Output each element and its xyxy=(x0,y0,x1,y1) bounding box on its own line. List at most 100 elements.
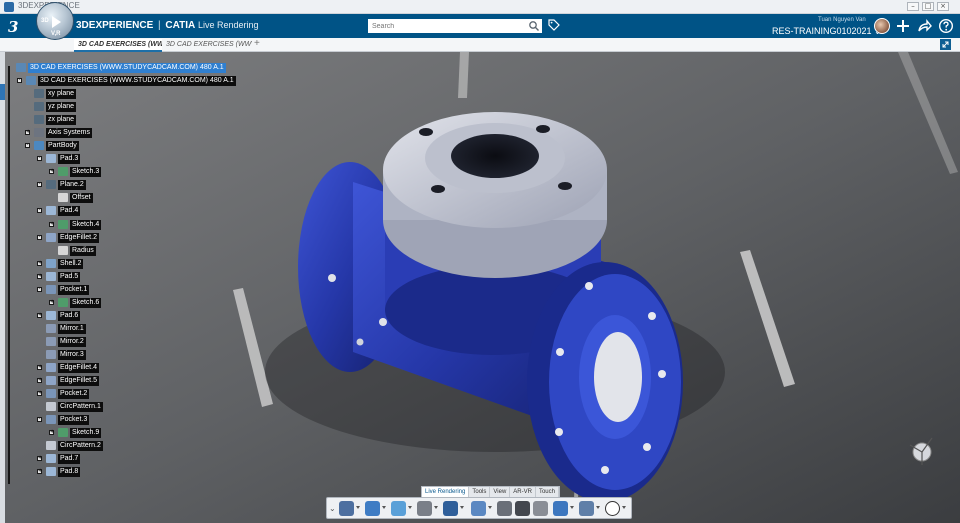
tree-node-offset[interactable]: Offset xyxy=(58,192,93,203)
expand-toggle-icon[interactable]: + xyxy=(37,365,42,370)
expand-toggle-icon[interactable]: + xyxy=(49,222,54,227)
expand-toggle-icon[interactable]: + xyxy=(37,469,42,474)
expand-icon[interactable] xyxy=(940,39,951,50)
tree-node-circpattern-1[interactable]: CircPattern.1 xyxy=(46,401,103,412)
expand-toggle-icon[interactable]: + xyxy=(37,274,42,279)
expand-toggle-icon[interactable]: + xyxy=(49,169,54,174)
tab-ar-vr[interactable]: AR-VR xyxy=(510,487,536,497)
settings-gear-icon[interactable] xyxy=(533,501,548,516)
fillet-icon xyxy=(46,233,56,242)
environment-icon[interactable] xyxy=(339,501,354,516)
collapse-toggle-icon[interactable]: - xyxy=(37,235,42,240)
help-question-icon[interactable] xyxy=(605,501,620,516)
scene-icon[interactable] xyxy=(553,501,568,516)
add-tab-button[interactable]: + xyxy=(254,38,260,49)
search-input[interactable] xyxy=(368,19,542,33)
dropdown-arrow-icon[interactable] xyxy=(570,506,574,509)
compass-widget[interactable]: 3D V,R xyxy=(36,2,74,40)
dropdown-arrow-icon[interactable] xyxy=(460,506,464,509)
tree-node-pad-6[interactable]: + Pad.6 xyxy=(37,310,81,321)
tab-touch[interactable]: Touch xyxy=(536,487,559,497)
search-icon[interactable] xyxy=(528,20,540,32)
tree-node-edgefillet-4[interactable]: + EdgeFillet.4 xyxy=(37,362,99,373)
capture-icon[interactable] xyxy=(497,501,512,516)
tab-view[interactable]: View xyxy=(490,487,511,497)
tag-icon[interactable] xyxy=(548,19,560,31)
minimize-button[interactable]: – xyxy=(907,2,919,11)
tree-node-partbody[interactable]: - PartBody xyxy=(25,140,79,151)
tree-node-root[interactable]: 3D CAD EXERCISES (WWW.STUDYCADCAM.COM) 4… xyxy=(16,62,226,73)
expand-toggle-icon[interactable]: + xyxy=(37,378,42,383)
ds-logo-icon[interactable]: 3 xyxy=(8,18,18,36)
collapse-toggle-icon[interactable]: - xyxy=(37,156,42,161)
tree-node-pad-5[interactable]: + Pad.5 xyxy=(37,271,81,282)
chevron-down-icon[interactable]: ⌄ xyxy=(329,504,336,513)
tree-node-pocket-3[interactable]: - Pocket.3 xyxy=(37,414,90,425)
tree-node-pocket-2[interactable]: + Pocket.2 xyxy=(37,388,90,399)
tree-node-pad-8[interactable]: + Pad.8 xyxy=(37,466,81,477)
expand-toggle-icon[interactable]: + xyxy=(25,130,30,135)
tree-node-radius[interactable]: Radius xyxy=(58,245,96,256)
tree-node-edgefillet-2[interactable]: - EdgeFillet.2 xyxy=(37,232,99,243)
axis-icon xyxy=(34,128,44,137)
tree-node-xy-plane[interactable]: xy plane xyxy=(34,88,77,99)
tab-live-rendering[interactable]: Live Rendering xyxy=(422,487,470,497)
tree-node-circpattern-2[interactable]: CircPattern.2 xyxy=(46,440,103,451)
tree-node-mirror-3[interactable]: Mirror.3 xyxy=(46,349,86,360)
collapse-toggle-icon[interactable]: - xyxy=(17,78,22,83)
collapse-toggle-icon[interactable]: - xyxy=(37,208,42,213)
avatar[interactable] xyxy=(874,18,890,34)
materials-icon[interactable] xyxy=(417,501,432,516)
collab-space-selector[interactable]: RES-TRAINING0102021 ⌄ xyxy=(772,26,881,36)
expand-toggle-icon[interactable]: + xyxy=(49,430,54,435)
tree-node-mirror-1[interactable]: Mirror.1 xyxy=(46,323,86,334)
analysis-icon[interactable] xyxy=(579,501,594,516)
display-mode-icon[interactable] xyxy=(443,501,458,516)
tree-node-yz-plane[interactable]: yz plane xyxy=(34,101,77,112)
render-icon[interactable] xyxy=(515,501,530,516)
tree-node-plane-2[interactable]: - Plane.2 xyxy=(37,179,86,190)
tree-node-zx-plane[interactable]: zx plane xyxy=(34,114,77,125)
maximize-button[interactable]: □ xyxy=(922,2,934,11)
tree-node-pad-4[interactable]: - Pad.4 xyxy=(37,205,81,216)
expand-toggle-icon[interactable]: + xyxy=(37,391,42,396)
expand-toggle-icon[interactable]: + xyxy=(49,300,54,305)
dropdown-arrow-icon[interactable] xyxy=(356,506,360,509)
dropdown-arrow-icon[interactable] xyxy=(382,506,386,509)
expand-toggle-icon[interactable]: + xyxy=(37,261,42,266)
tree-node-sketch-6[interactable]: + Sketch.6 xyxy=(49,297,102,308)
tree-node-part[interactable]: - 3D CAD EXERCISES (WWW.STUDYCADCAM.COM) … xyxy=(17,75,236,86)
collapse-toggle-icon[interactable]: - xyxy=(25,143,30,148)
ambiance-icon[interactable] xyxy=(471,501,486,516)
tree-node-pad-3[interactable]: - Pad.3 xyxy=(37,153,81,164)
camera-view-icon[interactable] xyxy=(365,501,380,516)
tab-document-2[interactable]: 3D CAD EXERCISES (WWW.S xyxy=(162,39,252,52)
tree-node-edgefillet-5[interactable]: + EdgeFillet.5 xyxy=(37,375,99,386)
tree-node-mirror-2[interactable]: Mirror.2 xyxy=(46,336,86,347)
close-button[interactable]: × xyxy=(937,2,949,11)
tab-tools[interactable]: Tools xyxy=(469,487,491,497)
share-icon[interactable] xyxy=(916,18,932,34)
tree-node-axis-systems[interactable]: + Axis Systems xyxy=(25,127,93,138)
tree-node-shell-2[interactable]: + Shell.2 xyxy=(37,258,84,269)
help-icon[interactable] xyxy=(938,18,954,34)
dropdown-arrow-icon[interactable] xyxy=(488,506,492,509)
tree-node-pocket-1[interactable]: - Pocket.1 xyxy=(37,284,90,295)
collapse-toggle-icon[interactable]: - xyxy=(37,287,42,292)
tree-node-label: EdgeFillet.5 xyxy=(58,375,99,386)
tree-node-pad-7[interactable]: + Pad.7 xyxy=(37,453,81,464)
expand-toggle-icon[interactable]: + xyxy=(37,456,42,461)
tree-node-sketch-4[interactable]: + Sketch.4 xyxy=(49,219,102,230)
lighting-icon[interactable] xyxy=(391,501,406,516)
dropdown-arrow-icon[interactable] xyxy=(408,506,412,509)
tree-node-sketch-3[interactable]: + Sketch.3 xyxy=(49,166,102,177)
dropdown-arrow-icon[interactable] xyxy=(622,506,626,509)
collapse-toggle-icon[interactable]: - xyxy=(37,417,42,422)
plus-icon[interactable] xyxy=(895,18,911,34)
collapse-toggle-icon[interactable]: - xyxy=(37,182,42,187)
expand-toggle-icon[interactable]: + xyxy=(37,313,42,318)
dropdown-arrow-icon[interactable] xyxy=(434,506,438,509)
tree-node-sketch-9[interactable]: + Sketch.9 xyxy=(49,427,102,438)
dropdown-arrow-icon[interactable] xyxy=(596,506,600,509)
tab-document-1[interactable]: 3D CAD EXERCISES (WWW xyxy=(74,39,162,52)
